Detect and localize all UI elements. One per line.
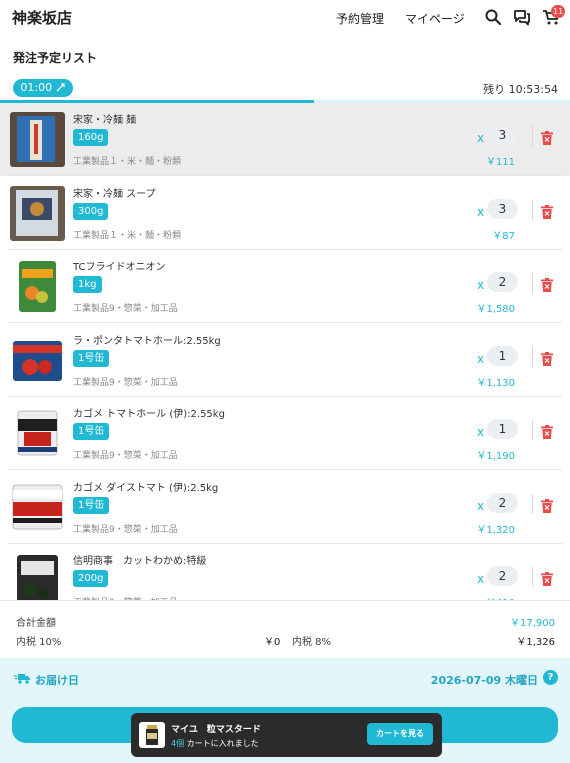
divider — [532, 567, 533, 587]
product-category: 工業製品9・惣菜・加工品 — [73, 304, 178, 314]
product-name: TCフライドオニオン — [73, 262, 166, 273]
order-item-row[interactable]: ラ・ポンタトマトホール:2.55kg 1号缶工業製品9・惣菜・加工品 x 1 ￥1,13… — [0, 323, 570, 397]
delete-icon[interactable] — [541, 425, 553, 439]
quantity-field[interactable]: 2 — [487, 272, 518, 292]
timer-label: 01:00 — [20, 81, 53, 94]
delete-icon[interactable] — [541, 278, 553, 292]
product-thumbnail — [10, 332, 65, 388]
totals-panel: 合計金額 ￥17,900 内税 10% ￥0 内税 8% ￥1,326 — [0, 600, 570, 658]
product-size-tag: 1号缶 — [73, 349, 110, 367]
multiply-mark: x — [477, 425, 485, 439]
delete-icon[interactable] — [541, 351, 553, 366]
multiply-mark: x — [477, 572, 485, 586]
toast-message: 4個 カートに入れました — [171, 738, 259, 749]
toast-product-thumbnail — [139, 722, 165, 748]
product-category: 工業製品１・米・麺・粉類 — [73, 230, 182, 241]
order-item-list[interactable]: 宋家・冷麺 麺 160g 工業製品１・米・麺・粉類 x 3 ￥111 宋家・冷麺 スープ 30… — [0, 103, 570, 600]
line-price: ￥1,580 — [476, 304, 515, 315]
product-thumbnail — [10, 112, 65, 167]
product-thumbnail — [10, 553, 65, 600]
product-category: 工業製品１・米・麺・粉類 — [73, 157, 182, 167]
product-thumbnail — [10, 185, 65, 241]
toast-count: 4個 — [171, 739, 185, 748]
order-item-row[interactable]: カゴメ トマトホール (伊):2.55kg 1号缶工業製品9・惣菜・加工品 x 1 ￥1… — [0, 397, 570, 470]
divider — [532, 199, 533, 220]
total-value: ￥17,900 — [510, 618, 555, 629]
quantity-field[interactable]: 1 — [487, 419, 518, 439]
quantity-field[interactable]: 2 — [487, 492, 518, 513]
product-size-tag: 200g — [73, 570, 109, 587]
delete-icon[interactable] — [541, 131, 553, 145]
order-item-row[interactable]: 宋家・冷麺 スープ 300g 工業製品１・米・麺・粉類 x 3 ￥87 — [0, 176, 570, 250]
product-name: カゴメ トマトホール (伊):2.55kg — [73, 409, 225, 420]
product-size-tag: 160g — [73, 129, 109, 146]
order-item-row[interactable]: 宋家・冷麺 麺 160g 工業製品１・米・麺・粉類 x 3 ￥111 — [0, 103, 570, 176]
timer-pill[interactable]: 01:00 — [13, 79, 73, 97]
product-category: 工業製品9・惣菜・加工品 — [73, 451, 178, 461]
chat-icon[interactable] — [513, 8, 531, 26]
product-name: 宋家・冷麺 スープ — [73, 188, 156, 200]
toast-product-name: マイユ 粒マスタード — [171, 725, 261, 735]
divider — [532, 126, 533, 146]
divider — [532, 346, 533, 367]
multiply-mark: x — [477, 131, 485, 145]
quantity-field[interactable]: 2 — [487, 566, 518, 586]
view-cart-button[interactable]: カートを見る — [367, 723, 433, 745]
toast-message-text: カートに入れました — [186, 739, 259, 748]
tax8-label: 内税 8% — [292, 637, 332, 648]
quantity-field[interactable]: 3 — [487, 125, 518, 145]
quantity-field[interactable]: 1 — [487, 345, 518, 366]
cart-count-badge: 11 — [551, 5, 566, 18]
line-price: ￥111 — [485, 157, 515, 168]
divider — [532, 420, 533, 440]
multiply-mark: x — [477, 278, 485, 292]
product-name: カゴメ ダイストマト (伊):2.5kg — [73, 482, 219, 494]
product-size-tag: 1号缶 — [73, 423, 110, 440]
multiply-mark: x — [477, 498, 485, 513]
product-name: ラ・ポンタトマトホール:2.55kg — [73, 335, 221, 347]
divider — [532, 273, 533, 293]
line-price: ￥1,320 — [476, 524, 515, 536]
remaining-time: 残り 10:53:54 — [483, 83, 558, 96]
nav-reservations[interactable]: 予約管理 — [336, 10, 384, 27]
delivery-truck-icon — [14, 674, 30, 684]
quantity-field[interactable]: 3 — [487, 198, 518, 219]
line-price: ￥1,190 — [476, 451, 515, 462]
order-item-row[interactable]: 信明商事 カットわかめ:特級200g工業製品9・惣菜・加工品x2￥410 — [0, 544, 570, 600]
tax10-value: ￥0 — [264, 637, 281, 648]
product-category: 工業製品9・惣菜・加工品 — [73, 524, 178, 535]
delivery-label: お届け日 — [35, 674, 79, 687]
product-size-tag: 1kg — [73, 276, 102, 293]
order-item-row[interactable]: TCフライドオニオン 1kg 工業製品9・惣菜・加工品 x 2 ￥1,580 — [0, 250, 570, 323]
tax8-value: ￥1,326 — [516, 637, 555, 648]
tax10-label: 内税 10% — [16, 637, 62, 648]
product-thumbnail — [10, 406, 65, 461]
nav-mypage[interactable]: マイページ — [405, 10, 465, 27]
delete-icon[interactable] — [541, 572, 553, 586]
line-price: ￥87 — [492, 230, 515, 242]
help-icon[interactable]: ? — [543, 670, 558, 685]
product-thumbnail — [10, 259, 65, 314]
product-name: 信明商事 カットわかめ:特級 — [73, 556, 207, 567]
product-size-tag: 300g — [73, 202, 109, 220]
app-header: 神楽坂店 予約管理 マイページ 11 — [0, 0, 570, 34]
product-size-tag: 1号缶 — [73, 496, 110, 514]
divider — [532, 493, 533, 514]
multiply-mark: x — [477, 204, 485, 219]
order-item-row[interactable]: カゴメ ダイストマト (伊):2.5kg 1号缶工業製品9・惣菜・加工品 x 2 ￥1,… — [0, 470, 570, 544]
delete-icon[interactable] — [541, 204, 553, 219]
product-thumbnail — [10, 479, 65, 535]
cart-toast: マイユ 粒マスタード 4個 カートに入れました カートを見る — [131, 713, 442, 757]
product-name: 宋家・冷麺 麺 — [73, 115, 137, 126]
timer-edit-icon — [56, 83, 65, 92]
line-price: ￥1,130 — [476, 377, 515, 389]
product-category: 工業製品9・惣菜・加工品 — [73, 377, 178, 388]
search-icon[interactable] — [484, 8, 502, 26]
delete-icon[interactable] — [541, 498, 553, 513]
page-title: 発注予定リスト — [13, 51, 98, 65]
delivery-date[interactable]: 2026-07-09 木曜日 — [431, 672, 538, 688]
total-label: 合計金額 — [16, 618, 56, 629]
store-name[interactable]: 神楽坂店 — [12, 7, 72, 28]
multiply-mark: x — [477, 351, 485, 366]
